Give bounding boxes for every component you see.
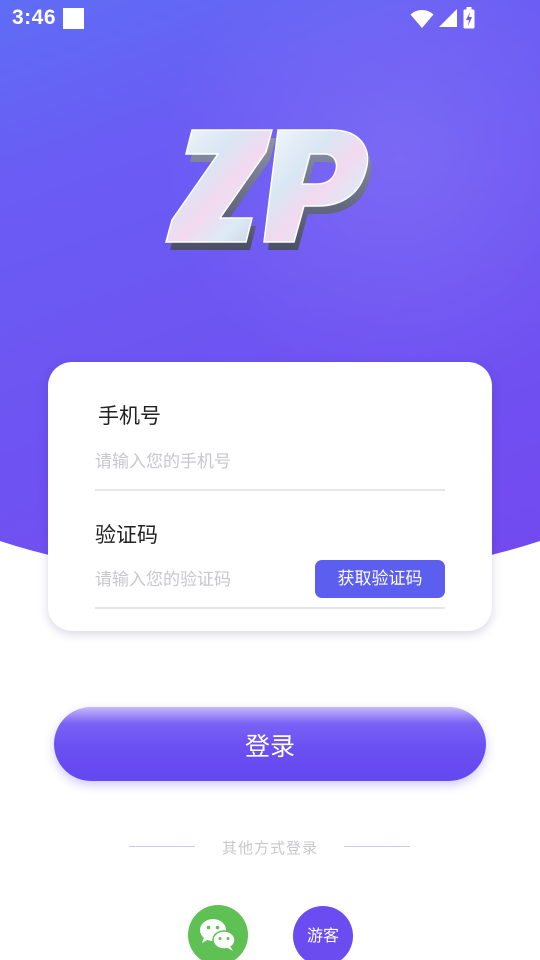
code-input[interactable] [95,565,305,595]
login-screen: 3:46 手机号 请输入您的手机号 验证码 请输入您的验证码 获取验证码 登录 … [0,0,540,960]
notification-icon [63,8,84,29]
signal-icon [439,9,457,27]
zp-logo-icon [165,129,372,250]
phone-input[interactable] [95,447,435,477]
status-icons [410,7,500,30]
wechat-login-button[interactable] [188,905,248,960]
status-time: 3:46 [12,6,57,29]
guest-login-button[interactable]: 游客 [293,906,353,960]
code-label: 验证码 [95,523,158,547]
code-underline [95,607,445,609]
wechat-icon [200,919,236,951]
other-login-title: 其他方式登录 [221,839,318,857]
battery-icon [463,7,475,29]
phone-label: 手机号 [98,404,161,428]
wifi-icon [410,10,434,28]
login-form-card: 手机号 验证码 获取验证码 [48,362,492,631]
divider-right [344,846,410,847]
status-bar: 3:46 [0,0,540,38]
login-button[interactable]: 登录 [54,707,486,781]
get-code-button[interactable]: 获取验证码 [315,560,445,598]
phone-underline [95,489,445,491]
